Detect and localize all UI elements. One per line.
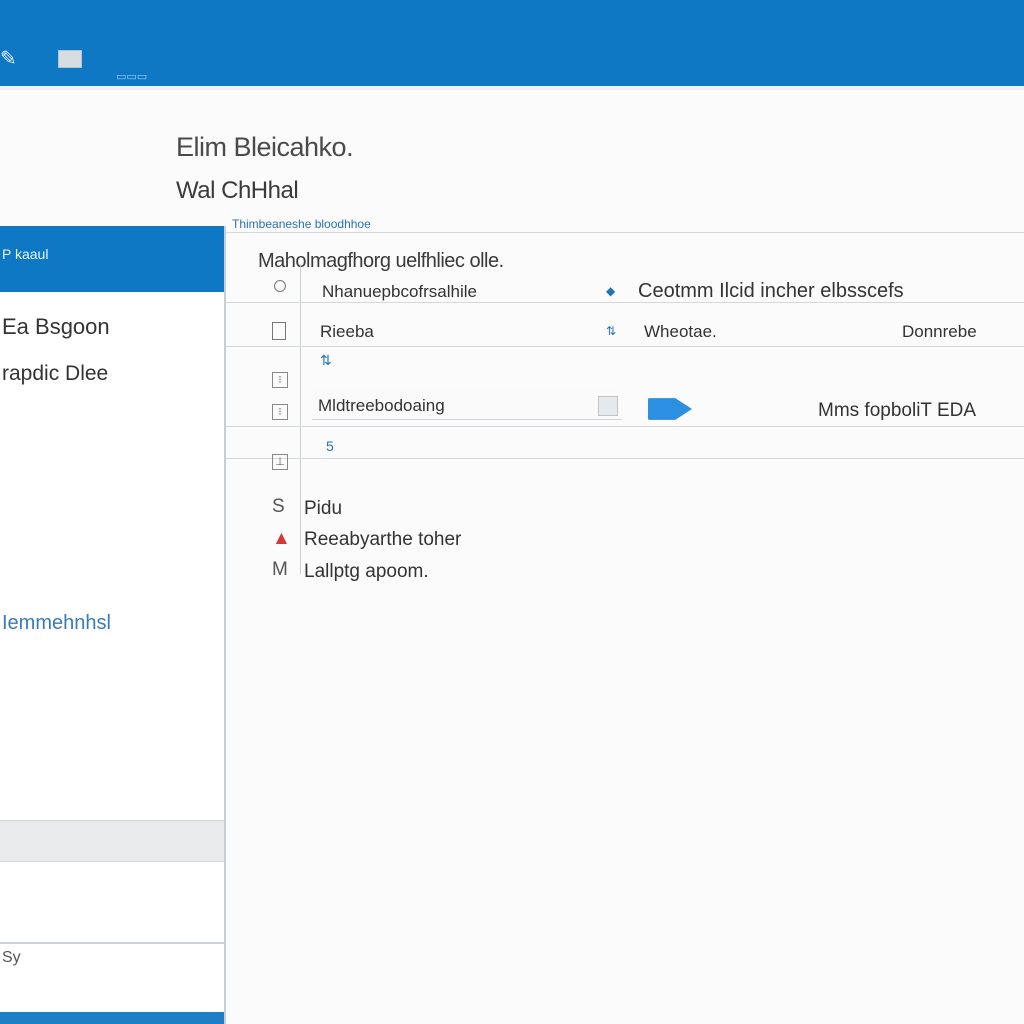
row-3-sub: 5 (326, 438, 334, 454)
left-pane: P kaaul Ea Bsgoon rapdic Dlee Iemmehnhsl… (0, 226, 226, 1024)
page-subtitle: Wal ChHhal (176, 177, 299, 204)
row-divider (226, 346, 1024, 347)
row-checkbox[interactable] (272, 322, 286, 340)
gutter-rule (300, 264, 301, 574)
list-item[interactable]: Lallptg apoom. (304, 561, 429, 583)
option-dropdown[interactable]: Mldtreebodoaing (312, 390, 622, 420)
row-divider (226, 302, 1024, 303)
warning-icon: ▲ (272, 528, 291, 549)
row-2-sub-icon[interactable]: ⇅ (320, 352, 332, 369)
page-title: Elim Bleicahko. (176, 132, 354, 162)
list-item-icon: S (272, 496, 285, 517)
row-divider (226, 426, 1024, 427)
row-2-value: Donnrebe (902, 322, 977, 341)
document-icon[interactable] (58, 50, 82, 68)
edit-icon[interactable]: ✎ (0, 47, 32, 71)
list-item[interactable]: Pidu (304, 498, 342, 520)
row-1-value: Ceotmm Ilcid incher elbsscefs (638, 280, 904, 302)
left-pane-splitter[interactable] (0, 820, 224, 862)
list-item-icon: M (272, 559, 288, 580)
gutter-marker[interactable]: ⊥ (272, 454, 288, 470)
right-pane-top-rule (226, 232, 1024, 233)
left-pane-divider (0, 942, 224, 944)
left-pane-footer: Sy (2, 949, 21, 966)
left-pane-item-1[interactable]: Ea Bsgoon (2, 314, 110, 340)
left-pane-link[interactable]: Iemmehnhsl (2, 612, 111, 635)
row-3-value: Mms fopboliT EDA (818, 400, 977, 421)
row-1-name: Nhanuepbcofrsalhile (322, 282, 477, 301)
gutter-marker[interactable]: ⁝ (272, 372, 288, 388)
breadcrumb[interactable]: Thimbeaneshe bloodhhoe (232, 217, 371, 231)
option-dropdown-value: Mldtreebodoaing (318, 396, 445, 415)
left-pane-bottom-bar (0, 1012, 224, 1024)
list-item[interactable]: Reeabyarthe toher (304, 529, 461, 551)
row-divider (226, 458, 1024, 459)
title-bar-caption: ▭▭▭ (116, 71, 148, 83)
left-pane-header[interactable]: P kaaul (0, 226, 224, 292)
header-divider (0, 86, 1024, 90)
row-2-name: Rieeba (320, 322, 374, 341)
right-pane: Thimbeaneshe bloodhhoe Maholmagfhorg uel… (226, 217, 1024, 1024)
left-pane-item-2[interactable]: rapdic Dlee (2, 362, 108, 386)
gutter-marker[interactable]: ⁝ (272, 404, 288, 420)
sort-icon[interactable]: ⇅ (606, 324, 616, 338)
arrow-right-icon[interactable] (648, 398, 692, 420)
shield-icon[interactable]: ◆ (606, 284, 615, 298)
row-2-type: Wheotae. (644, 322, 717, 341)
title-bar: ✎ ▭▭▭ (0, 0, 1024, 86)
section-title: Maholmagfhorg uelfhliec olle. (258, 250, 504, 272)
row-radio[interactable] (274, 280, 286, 292)
dropdown-toggle-button[interactable] (598, 396, 618, 416)
